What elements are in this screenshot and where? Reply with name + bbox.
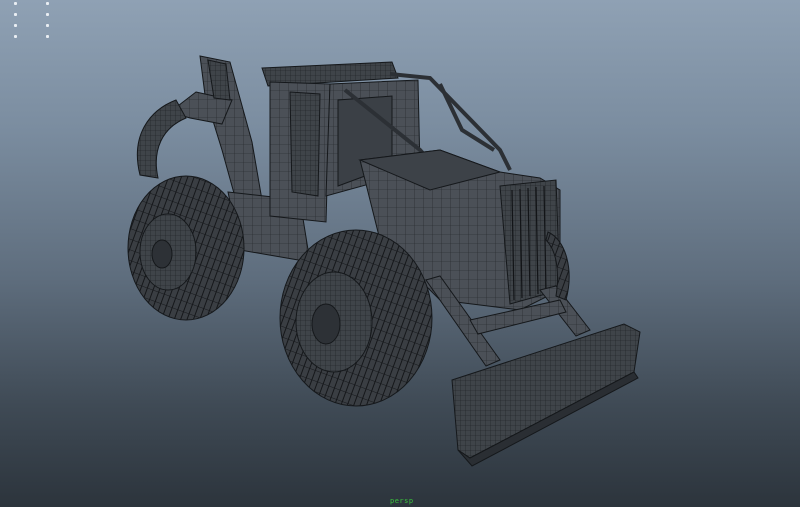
rear-wheel — [127, 175, 245, 321]
skidder-mesh[interactable] — [0, 0, 800, 507]
3d-viewport[interactable]: persp — [0, 0, 800, 507]
front-wheel — [279, 229, 433, 407]
viewport-camera-label: persp — [390, 497, 414, 505]
